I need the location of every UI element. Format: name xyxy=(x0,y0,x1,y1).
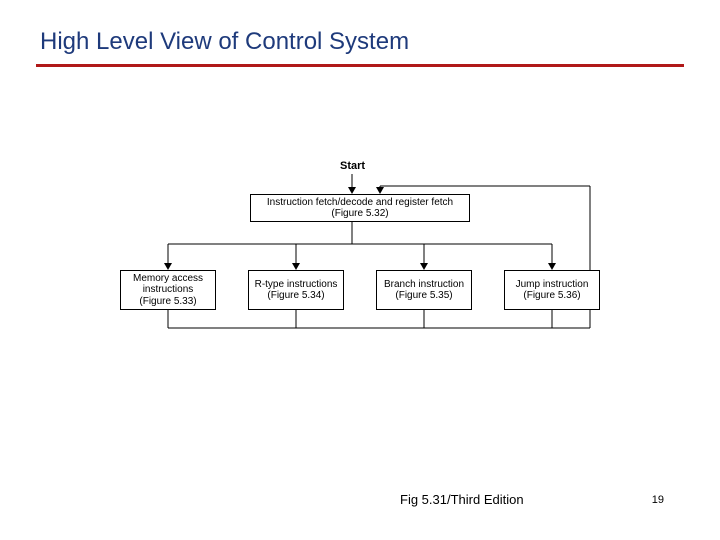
node-line: (Figure 5.33) xyxy=(139,296,196,308)
node-memory-access: Memory access instructions (Figure 5.33) xyxy=(120,270,216,310)
node-line: Instruction fetch/decode and register fe… xyxy=(267,197,453,209)
connector-lines xyxy=(120,160,600,340)
node-line: (Figure 5.35) xyxy=(395,290,452,302)
title-underline xyxy=(36,64,684,67)
node-branch: Branch instruction (Figure 5.35) xyxy=(376,270,472,310)
slide-title: High Level View of Control System xyxy=(40,28,409,56)
node-line: Memory access xyxy=(133,273,203,285)
node-line: instructions xyxy=(143,284,194,296)
figure-caption: Fig 5.31/Third Edition xyxy=(400,492,524,507)
node-jump: Jump instruction (Figure 5.36) xyxy=(504,270,600,310)
node-line: Branch instruction xyxy=(384,279,464,291)
node-rtype: R-type instructions (Figure 5.34) xyxy=(248,270,344,310)
node-fetch-decode: Instruction fetch/decode and register fe… xyxy=(250,194,470,222)
page-number: 19 xyxy=(652,494,664,506)
node-line: (Figure 5.36) xyxy=(523,290,580,302)
control-system-diagram: Start Instruction fetch/decode and regis… xyxy=(120,160,600,340)
node-line: Jump instruction xyxy=(516,279,589,291)
node-line: (Figure 5.34) xyxy=(267,290,324,302)
node-line: R-type instructions xyxy=(255,279,338,291)
node-line: (Figure 5.32) xyxy=(331,208,388,220)
